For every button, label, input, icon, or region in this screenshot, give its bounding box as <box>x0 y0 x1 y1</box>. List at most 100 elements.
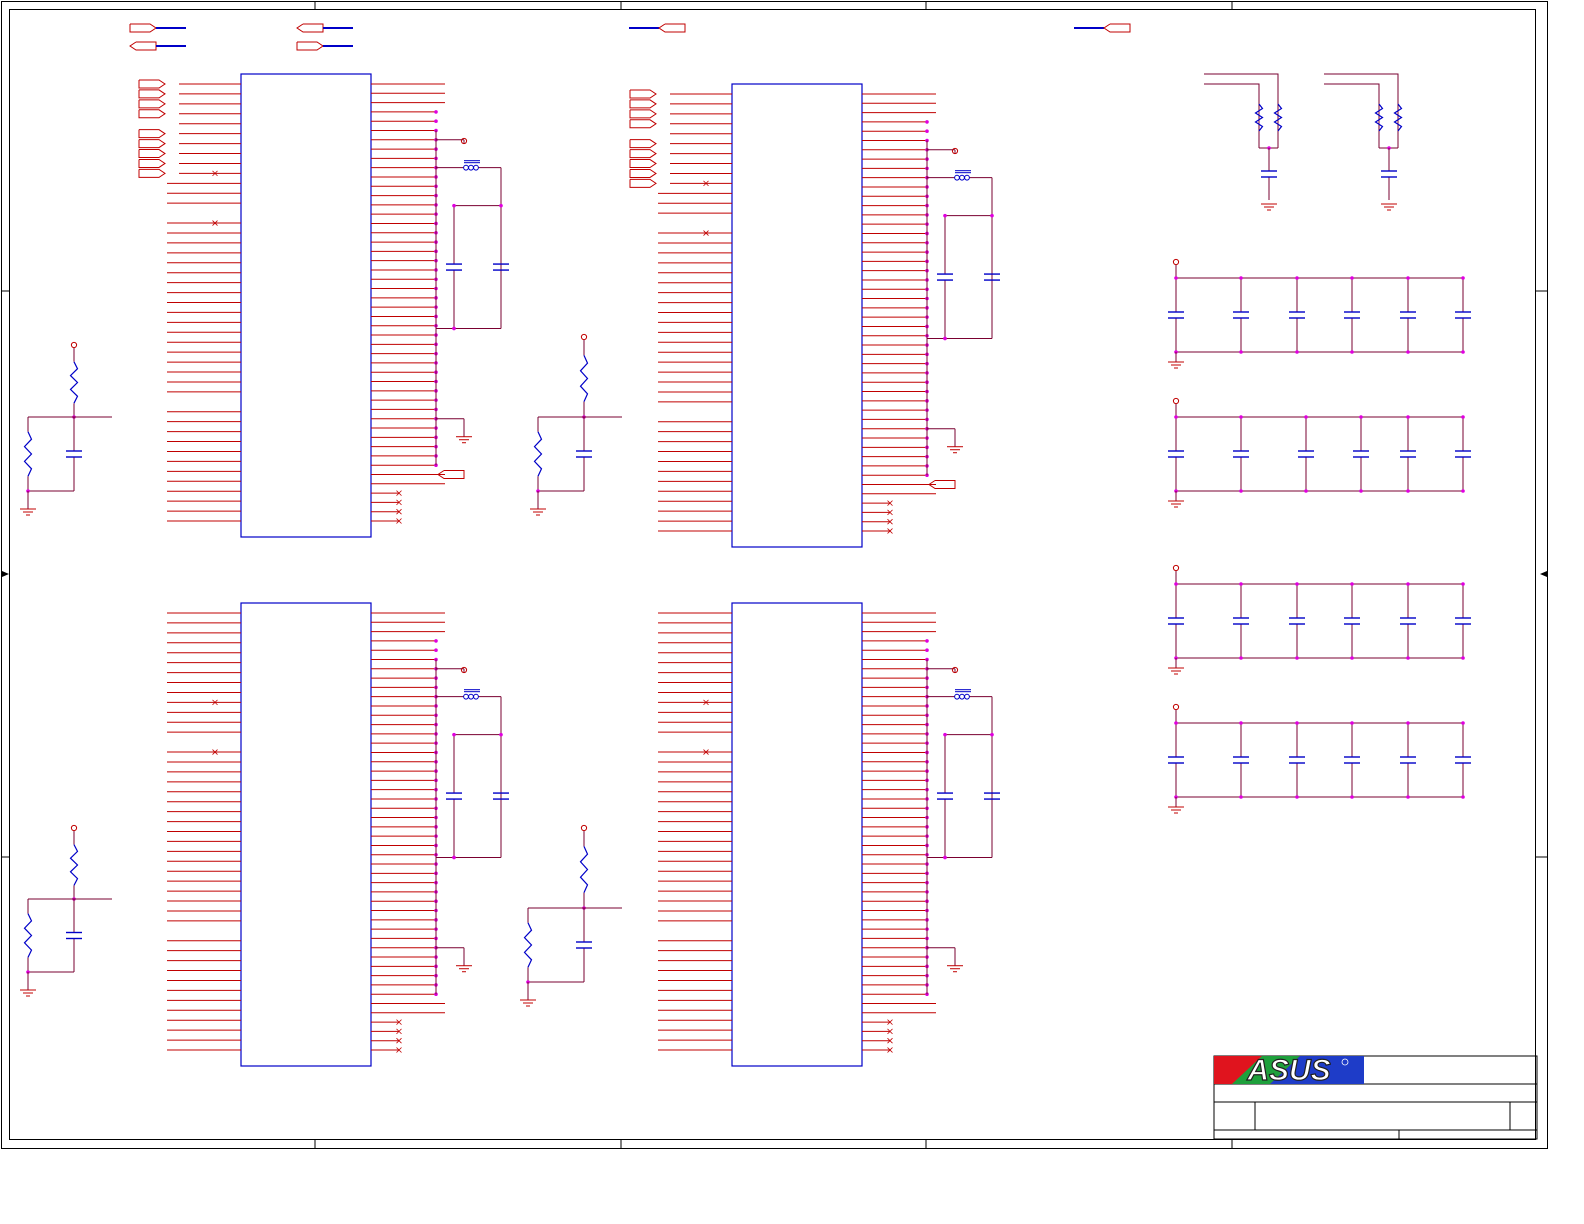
port-flag-icon <box>1103 23 1131 33</box>
junction-dot <box>1295 276 1299 280</box>
power-port-icon <box>1172 258 1180 266</box>
junction-dot <box>925 120 929 124</box>
junction-dot <box>1239 795 1243 799</box>
zone-arrow-icon <box>1540 571 1547 577</box>
junction-dot <box>1406 795 1410 799</box>
junction-dot <box>925 648 929 652</box>
chip-body <box>731 83 863 548</box>
junction-dot <box>1359 489 1363 493</box>
zone-arrow-icon <box>2 571 9 577</box>
pullup-wire <box>1204 83 1260 148</box>
junction-dot <box>1350 795 1354 799</box>
resistor-icon <box>23 431 33 477</box>
ferrite-bead-icon <box>468 164 474 171</box>
port-flag-icon <box>296 23 324 33</box>
ground-icon <box>456 965 472 973</box>
junction-dot <box>1406 415 1410 419</box>
port-flag-icon <box>138 129 166 139</box>
chip-body <box>240 73 372 538</box>
pullup-wire <box>1324 73 1399 148</box>
junction-dot <box>499 732 503 737</box>
junction-dot <box>1406 582 1410 586</box>
ground-icon <box>530 508 546 516</box>
power-port-icon <box>1172 564 1180 572</box>
ground-icon <box>1168 667 1184 675</box>
junction-dot <box>990 732 994 737</box>
ground-icon <box>1168 361 1184 369</box>
ferrite-bead-icon <box>463 693 469 700</box>
resistor-icon <box>579 355 589 402</box>
ground-icon <box>456 436 472 444</box>
junction-dot <box>1406 721 1410 725</box>
port-flag-icon <box>629 99 657 109</box>
junction-dot <box>452 732 456 737</box>
port-flag-icon <box>629 178 657 188</box>
termination-pullup-2 <box>1324 73 1403 211</box>
resistor-icon <box>69 361 79 404</box>
junction-dot <box>499 203 503 208</box>
vref-divider-3 <box>20 824 112 997</box>
port-flag-icon <box>629 149 657 159</box>
power-port-icon <box>580 333 588 341</box>
junction-dot <box>1350 656 1354 660</box>
ground-icon <box>1168 806 1184 814</box>
power-port-icon <box>70 341 78 349</box>
junction-dot <box>1350 721 1354 725</box>
junction-dot <box>1174 415 1178 419</box>
junction-dot <box>1406 489 1410 493</box>
port-flag-icon <box>138 89 166 99</box>
decoupling-bank-1 <box>1168 258 1471 369</box>
port-flag-icon <box>129 41 157 51</box>
port-flag-icon <box>629 119 657 129</box>
power-port-icon <box>580 824 588 832</box>
junction-dot <box>452 203 456 208</box>
resistor-icon <box>23 913 33 958</box>
junction-dot <box>1239 276 1243 280</box>
vref-divider-4 <box>520 824 622 1007</box>
ferrite-bead-icon <box>964 174 970 181</box>
junction-dot <box>1174 721 1178 725</box>
junction-dot <box>1406 276 1410 280</box>
junction-dot <box>1406 350 1410 354</box>
ground-icon <box>1261 203 1277 211</box>
ferrite-bead-icon <box>954 174 960 181</box>
junction-dot <box>925 639 929 643</box>
schematic-sheet: ASUS <box>1 1 1548 1149</box>
junction-dot <box>1461 795 1465 799</box>
memory-chip-3 <box>167 602 509 1067</box>
memory-chip-1 <box>138 73 509 538</box>
ferrite-bead-icon <box>959 174 965 181</box>
junction-dot <box>1239 489 1243 493</box>
junction-dot <box>1304 415 1308 419</box>
junction-dot <box>434 110 438 114</box>
junction-dot <box>1350 582 1354 586</box>
junction-dot <box>1350 276 1354 280</box>
ferrite-bead-icon <box>463 164 469 171</box>
resistor-icon <box>533 431 543 477</box>
port-flag-icon <box>129 23 157 33</box>
junction-dot <box>1174 582 1178 586</box>
junction-dot <box>1174 276 1178 280</box>
port-flag-icon <box>138 139 166 149</box>
chip-body <box>731 602 863 1067</box>
junction-dot <box>1304 489 1308 493</box>
junction-dot <box>943 855 947 860</box>
junction-dot <box>1239 350 1243 354</box>
junction-dot <box>943 732 947 737</box>
resistor-icon <box>69 844 79 886</box>
port-flag-icon <box>138 99 166 109</box>
ferrite-bead-icon <box>473 164 479 171</box>
junction-dot <box>1295 656 1299 660</box>
port-flag-icon <box>138 158 166 168</box>
pullup-wire <box>1324 83 1380 148</box>
ground-icon <box>947 446 963 454</box>
ferrite-bead-icon <box>473 693 479 700</box>
decoupling-bank-2 <box>1168 397 1471 508</box>
port-flag-icon <box>629 89 657 99</box>
junction-dot <box>1461 350 1465 354</box>
port-flag-icon <box>629 139 657 149</box>
resistor-icon <box>579 846 589 893</box>
port-flag-icon <box>138 168 166 178</box>
port-flag-icon <box>296 41 324 51</box>
junction-dot <box>1461 415 1465 419</box>
